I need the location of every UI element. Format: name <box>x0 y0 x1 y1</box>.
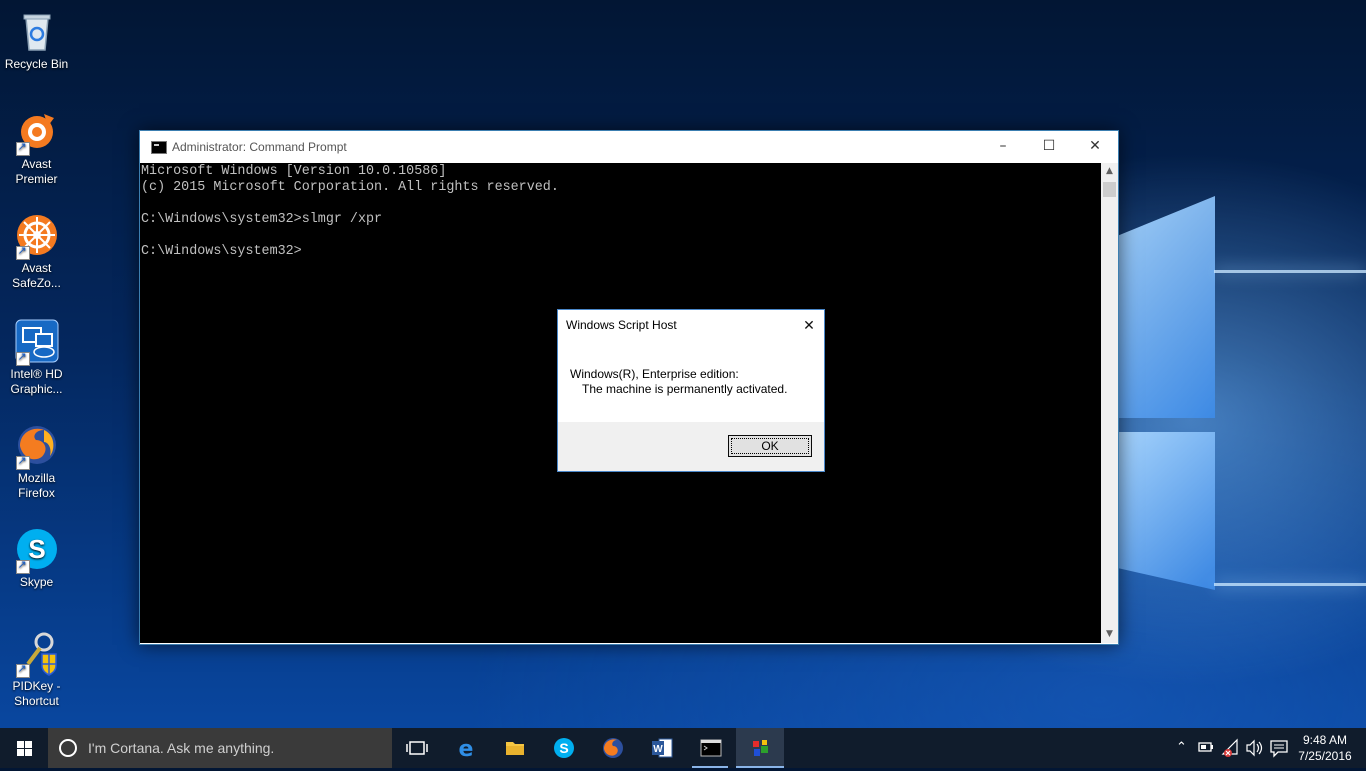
avast-icon <box>14 108 60 156</box>
close-icon: ✕ <box>803 317 815 333</box>
shortcut-arrow-icon <box>15 662 30 678</box>
scroll-down-arrow-icon[interactable]: ▼ <box>1101 626 1118 643</box>
wallpaper-logo-pane <box>1117 196 1215 418</box>
taskbar: I'm Cortana. Ask me anything. e S W ⌃ 9:… <box>0 728 1366 768</box>
desktop-icon-label: Recycle Bin <box>4 57 69 71</box>
svg-text:S: S <box>28 534 45 564</box>
task-view-icon <box>406 741 428 755</box>
command-prompt-icon <box>700 739 722 757</box>
vertical-scrollbar[interactable]: ▲ ▼ <box>1101 163 1118 643</box>
windows-logo-icon <box>17 741 32 756</box>
system-clock[interactable]: 9:48 AM 7/25/2016 <box>1290 732 1360 764</box>
chevron-up-icon: ⌃ <box>1176 739 1187 754</box>
folder-icon <box>506 742 524 755</box>
desktop-icon-recycle-bin[interactable]: Recycle Bin <box>0 8 73 72</box>
shortcut-arrow-icon <box>15 350 30 366</box>
desktop-icon-label: Graphic... <box>10 382 63 396</box>
shortcut-arrow-icon <box>15 558 30 574</box>
svg-text:e: e <box>459 737 474 759</box>
search-placeholder: I'm Cortana. Ask me anything. <box>88 740 275 756</box>
command-prompt-icon <box>151 141 167 154</box>
desktop-icon-label: Avast <box>21 261 52 275</box>
cortana-icon <box>59 739 77 757</box>
script-host-icon <box>753 740 768 756</box>
desktop-icon-label: Mozilla <box>17 471 56 485</box>
firefox-icon <box>603 738 623 758</box>
desktop-icon-label: Intel® HD <box>10 367 63 381</box>
taskbar-file-explorer-button[interactable] <box>490 728 538 768</box>
maximize-button[interactable]: ☐ <box>1026 131 1072 162</box>
console-line: (c) 2015 Microsoft Corporation. All righ… <box>141 180 559 195</box>
desktop-icon-skype[interactable]: S Skype <box>0 526 73 590</box>
close-button[interactable]: ✕ <box>1072 131 1118 162</box>
pidkey-icon <box>14 630 60 678</box>
dialog-message-line: Windows(R), Enterprise edition: <box>570 367 739 381</box>
task-view-button[interactable] <box>392 728 440 768</box>
shortcut-arrow-icon <box>15 244 30 260</box>
console-line: C:\Windows\system32>slmgr /xpr <box>141 212 383 227</box>
desktop-icon-label: Shortcut <box>14 694 59 708</box>
desktop-icon-intel-graphics[interactable]: Intel® HD Graphic... <box>0 318 73 397</box>
svg-text:S: S <box>559 740 568 756</box>
desktop-icon-label: SafeZo... <box>12 276 61 290</box>
ok-button[interactable]: OK <box>728 435 812 457</box>
desktop-icon-pidkey-shortcut[interactable]: PIDKey - Shortcut <box>0 630 73 709</box>
cortana-search-box[interactable]: I'm Cortana. Ask me anything. <box>48 728 392 768</box>
dialog-title: Windows Script Host <box>566 318 677 332</box>
firefox-icon <box>14 422 60 470</box>
taskbar-script-host-button[interactable] <box>736 728 784 768</box>
minimize-button[interactable]: – <box>980 131 1026 162</box>
scrollbar-thumb[interactable] <box>1103 182 1116 197</box>
skype-icon: S <box>14 526 60 574</box>
svg-text:W: W <box>653 744 663 755</box>
windows-script-host-dialog[interactable]: Windows Script Host ✕ Windows(R), Enterp… <box>557 309 825 472</box>
word-icon: W <box>652 738 673 758</box>
wallpaper-light-beam <box>1214 270 1366 273</box>
taskbar-command-prompt-button[interactable] <box>686 728 734 768</box>
taskbar-edge-button[interactable]: e <box>441 728 489 768</box>
avast-safezone-icon <box>14 212 60 260</box>
dialog-message-line: The machine is permanently activated. <box>582 382 788 396</box>
console-prompt-line: C:\Windows\system32> <box>141 244 302 259</box>
taskbar-firefox-button[interactable] <box>588 728 636 768</box>
notifications-icon <box>1270 740 1288 758</box>
taskbar-word-button[interactable]: W <box>637 728 685 768</box>
speaker-icon <box>1246 739 1263 757</box>
desktop-icon-label: Firefox <box>18 486 55 500</box>
desktop-icon-label: Avast <box>21 157 52 171</box>
console-line: Microsoft Windows [Version 10.0.10586] <box>141 164 447 179</box>
intel-graphics-icon <box>14 318 60 366</box>
desktop-icon-avast-safezone[interactable]: Avast SafeZo... <box>0 212 73 291</box>
wallpaper-light-beam <box>1214 583 1366 586</box>
window-title-bar[interactable]: Administrator: Command Prompt – ☐ ✕ <box>140 131 1118 163</box>
shortcut-arrow-icon <box>15 454 30 470</box>
minimize-icon: – <box>999 138 1007 154</box>
battery-tray-icon[interactable] <box>1197 728 1217 768</box>
desktop-icon-label: Skype <box>19 575 54 589</box>
desktop-icon-label: Premier <box>15 172 58 186</box>
desktop-icon-mozilla-firefox[interactable]: Mozilla Firefox <box>0 422 73 501</box>
edge-icon: e <box>459 737 474 759</box>
action-center-button[interactable] <box>1268 728 1290 768</box>
maximize-icon: ☐ <box>1042 138 1056 154</box>
dialog-close-button[interactable]: ✕ <box>794 310 824 340</box>
scroll-up-arrow-icon[interactable]: ▲ <box>1101 163 1118 180</box>
desktop-icon-label: PIDKey - <box>12 679 61 693</box>
desktop-icon-avast-premier[interactable]: Avast Premier <box>0 108 73 187</box>
battery-icon <box>1198 742 1213 752</box>
volume-tray-icon[interactable] <box>1244 728 1266 768</box>
taskbar-skype-button[interactable]: S <box>539 728 587 768</box>
wallpaper-logo-pane <box>1117 432 1215 590</box>
dialog-button-area: OK <box>558 422 824 471</box>
start-button[interactable] <box>0 728 48 768</box>
clock-date: 7/25/2016 <box>1298 749 1352 763</box>
skype-icon: S <box>554 738 574 758</box>
clock-time: 9:48 AM <box>1302 733 1348 747</box>
window-title: Administrator: Command Prompt <box>172 140 347 154</box>
recycle-bin-icon <box>14 8 60 54</box>
close-icon: ✕ <box>1089 138 1101 154</box>
wifi-disconnected-icon <box>1221 738 1238 757</box>
network-tray-icon[interactable] <box>1220 728 1242 768</box>
shortcut-arrow-icon <box>15 140 30 156</box>
